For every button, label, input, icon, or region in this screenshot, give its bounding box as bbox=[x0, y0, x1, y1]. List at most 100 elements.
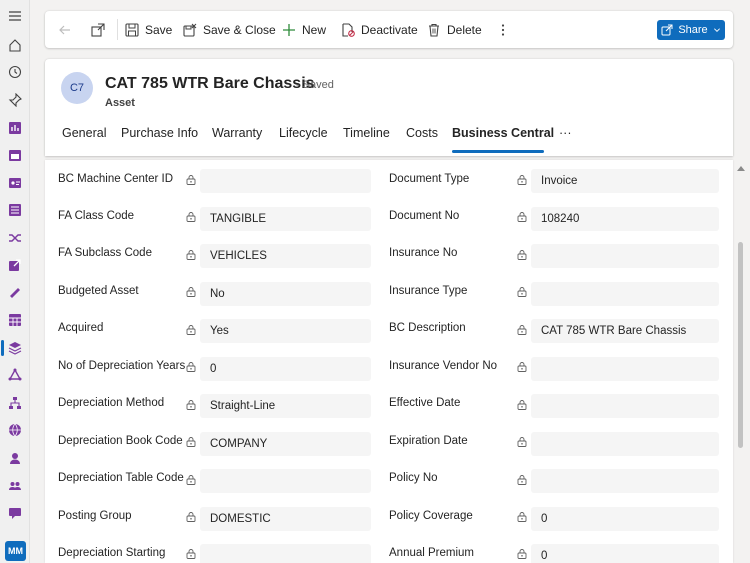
field-label: FA Subclass Code bbox=[58, 247, 152, 259]
field-label: Acquired bbox=[58, 322, 104, 334]
lock-icon bbox=[186, 212, 196, 222]
lock-icon bbox=[186, 549, 196, 559]
chat-icon[interactable] bbox=[0, 500, 30, 526]
grid-calendar-icon[interactable] bbox=[0, 307, 30, 333]
list-icon[interactable] bbox=[0, 197, 30, 223]
field-value[interactable] bbox=[531, 282, 719, 306]
share-arrow-icon[interactable] bbox=[0, 252, 30, 278]
delete-button[interactable]: Delete bbox=[427, 11, 482, 48]
triangle-cycle-icon[interactable] bbox=[0, 362, 30, 388]
org-chart-icon[interactable] bbox=[0, 390, 30, 416]
field-label: Annual Premium bbox=[389, 547, 475, 559]
save-and-close-label: Save & Close bbox=[203, 22, 276, 37]
field-label: Insurance Type bbox=[389, 285, 468, 297]
field-value[interactable]: 0 bbox=[200, 357, 371, 381]
field-label: Depreciation Starting bbox=[58, 547, 166, 559]
field-value[interactable] bbox=[531, 394, 719, 418]
toolbar-divider bbox=[117, 19, 118, 40]
back-button[interactable] bbox=[58, 11, 78, 48]
id-card-icon[interactable] bbox=[0, 170, 30, 196]
shuffle-icon[interactable] bbox=[0, 225, 30, 251]
field-value[interactable]: 0 bbox=[531, 544, 719, 563]
deactivate-icon bbox=[342, 22, 355, 37]
scroll-up-arrow-icon[interactable] bbox=[737, 166, 745, 171]
lock-icon bbox=[186, 325, 196, 335]
field-label: Policy Coverage bbox=[389, 510, 473, 522]
tab-warranty[interactable]: Warranty bbox=[212, 126, 262, 140]
clock-icon[interactable] bbox=[0, 59, 30, 85]
lock-icon bbox=[186, 512, 196, 522]
people-icon[interactable] bbox=[0, 472, 30, 498]
field-value[interactable] bbox=[531, 357, 719, 381]
more-commands-button[interactable] bbox=[496, 11, 516, 48]
plus-icon bbox=[283, 23, 295, 36]
record-avatar: C7 bbox=[61, 72, 93, 104]
left-nav-rail: MM bbox=[0, 0, 30, 563]
tab-timeline[interactable]: Timeline bbox=[343, 126, 390, 140]
lock-icon bbox=[517, 512, 527, 522]
open-new-window-button[interactable] bbox=[91, 11, 111, 48]
field-value[interactable]: 108240 bbox=[531, 207, 719, 231]
field-value[interactable]: 0 bbox=[531, 507, 719, 531]
save-status: - Saved bbox=[296, 79, 334, 91]
tab-costs[interactable]: Costs bbox=[406, 126, 438, 140]
field-value[interactable] bbox=[531, 432, 719, 456]
save-icon bbox=[125, 22, 139, 37]
person-icon[interactable] bbox=[0, 445, 30, 471]
lock-icon bbox=[186, 175, 196, 185]
entity-name: Asset bbox=[105, 97, 135, 109]
tab-more[interactable]: ··· bbox=[559, 126, 572, 140]
deactivate-button-label: Deactivate bbox=[361, 22, 418, 37]
field-value[interactable] bbox=[200, 469, 371, 493]
field-value[interactable]: VEHICLES bbox=[200, 244, 371, 268]
save-and-close-button[interactable]: Save & Close bbox=[183, 11, 276, 48]
field-value[interactable]: TANGIBLE bbox=[200, 207, 371, 231]
new-button[interactable]: New bbox=[282, 11, 326, 48]
field-label: Depreciation Method bbox=[58, 397, 165, 409]
field-value[interactable]: Invoice bbox=[531, 169, 719, 193]
hamburger-icon[interactable] bbox=[0, 3, 30, 29]
lock-icon bbox=[517, 250, 527, 260]
calendar-icon[interactable] bbox=[0, 142, 30, 168]
field-value[interactable] bbox=[531, 244, 719, 268]
field-label: Depreciation Book Code bbox=[58, 435, 183, 447]
field-value[interactable] bbox=[531, 469, 719, 493]
record-title: CAT 785 WTR Bare Chassis bbox=[105, 75, 315, 92]
user-avatar[interactable]: MM bbox=[5, 541, 26, 561]
ruler-icon[interactable] bbox=[0, 280, 30, 306]
scrollbar-thumb[interactable] bbox=[738, 242, 743, 448]
tab-lifecycle[interactable]: Lifecycle bbox=[279, 126, 328, 140]
bar-chart-icon[interactable] bbox=[0, 115, 30, 141]
field-value[interactable]: Straight-Line bbox=[200, 394, 371, 418]
field-label: BC Description bbox=[389, 322, 466, 334]
field-value[interactable]: No bbox=[200, 282, 371, 306]
lock-icon bbox=[186, 287, 196, 297]
layers-icon[interactable] bbox=[0, 335, 30, 361]
field-label: Document No bbox=[389, 210, 460, 222]
globe-icon[interactable] bbox=[0, 417, 30, 443]
share-button[interactable]: Share bbox=[657, 20, 725, 40]
save-button[interactable]: Save bbox=[125, 11, 172, 48]
pin-icon[interactable] bbox=[0, 87, 30, 113]
tab-business-central[interactable]: Business Central bbox=[452, 126, 554, 140]
field-value[interactable]: CAT 785 WTR Bare Chassis bbox=[531, 319, 719, 343]
share-button-label: Share bbox=[678, 24, 708, 36]
record-header: C7 CAT 785 WTR Bare Chassis - Saved Asse… bbox=[45, 59, 733, 156]
new-button-label: New bbox=[302, 22, 327, 37]
field-value[interactable]: COMPANY bbox=[200, 432, 371, 456]
field-value[interactable] bbox=[200, 169, 371, 193]
save-button-label: Save bbox=[145, 22, 173, 37]
field-value[interactable]: Yes bbox=[200, 319, 371, 343]
home-icon[interactable] bbox=[0, 32, 30, 58]
field-value[interactable]: DOMESTIC bbox=[200, 507, 371, 531]
deactivate-button[interactable]: Deactivate bbox=[341, 11, 418, 48]
field-value[interactable] bbox=[200, 544, 371, 563]
tab-purchase-info[interactable]: Purchase Info bbox=[121, 126, 198, 140]
tab-general[interactable]: General bbox=[62, 126, 106, 140]
field-label: FA Class Code bbox=[58, 210, 135, 222]
lock-icon bbox=[186, 437, 196, 447]
save-close-icon bbox=[183, 23, 197, 37]
lock-icon bbox=[517, 549, 527, 559]
open-in-new-window-icon bbox=[91, 22, 105, 37]
vertical-scrollbar[interactable] bbox=[736, 160, 745, 563]
